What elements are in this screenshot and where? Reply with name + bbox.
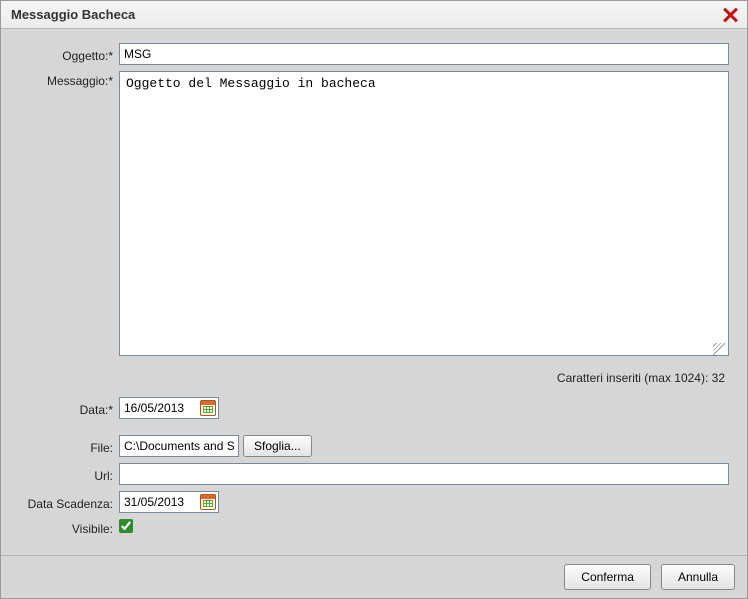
row-date: Data:*: [19, 397, 729, 419]
calendar-icon[interactable]: [200, 494, 216, 510]
calendar-icon[interactable]: [200, 400, 216, 416]
file-input-wrap: Sfoglia...: [119, 435, 312, 457]
visible-checkbox[interactable]: [119, 519, 133, 533]
row-url: Url:: [19, 463, 729, 485]
label-visible: Visibile:: [19, 519, 119, 536]
dialog-content: Oggetto:* Messaggio:* Caratteri inseriti…: [1, 29, 747, 598]
cancel-button[interactable]: Annulla: [661, 564, 735, 590]
expiry-date-input[interactable]: [124, 493, 198, 511]
url-input[interactable]: [119, 463, 729, 485]
dialog-title: Messaggio Bacheca: [11, 7, 135, 22]
row-message: Messaggio:*: [19, 71, 729, 359]
close-icon[interactable]: [721, 6, 739, 24]
label-url: Url:: [19, 466, 119, 483]
label-subject: Oggetto:*: [19, 46, 119, 63]
label-message: Messaggio:*: [19, 71, 119, 88]
date-input-wrap: [119, 397, 219, 419]
date-input[interactable]: [124, 399, 198, 417]
char-count-status: Caratteri inseriti (max 1024): 32: [19, 371, 729, 385]
row-subject: Oggetto:*: [19, 43, 729, 65]
label-date: Data:*: [19, 400, 119, 417]
titlebar: Messaggio Bacheca: [1, 1, 747, 29]
label-file: File:: [19, 438, 119, 455]
row-visible: Visibile:: [19, 519, 729, 536]
row-file: File: Sfoglia...: [19, 435, 729, 457]
confirm-button[interactable]: Conferma: [564, 564, 651, 590]
row-expiry-date: Data Scadenza:: [19, 491, 729, 513]
label-expiry-date: Data Scadenza:: [19, 494, 119, 511]
message-board-dialog: Messaggio Bacheca Oggetto:* Messaggio:* …: [0, 0, 748, 599]
subject-input[interactable]: [119, 43, 729, 65]
expiry-date-input-wrap: [119, 491, 219, 513]
message-textarea[interactable]: [119, 71, 729, 356]
button-bar: Conferma Annulla: [1, 555, 747, 598]
browse-button[interactable]: Sfoglia...: [243, 435, 312, 457]
file-path-input[interactable]: [119, 435, 239, 457]
